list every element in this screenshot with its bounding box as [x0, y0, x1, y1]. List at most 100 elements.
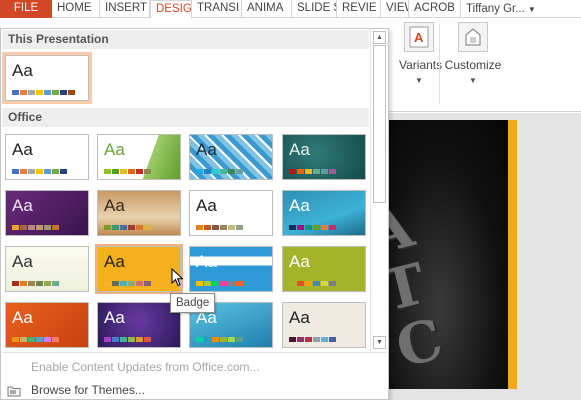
color-swatch	[212, 337, 219, 342]
color-swatch	[196, 169, 203, 174]
slide-3d-letters: ATC	[389, 193, 451, 381]
color-swatch	[321, 281, 328, 286]
theme-tooltip: Badge	[170, 293, 216, 313]
browse-for-themes-item[interactable]: Browse for Themes...	[2, 380, 387, 400]
this-presentation-header: This Presentation	[2, 30, 369, 49]
color-swatch	[36, 281, 43, 286]
tab-file[interactable]: FILE	[0, 0, 52, 18]
theme-celestial[interactable]: Aa	[97, 302, 181, 348]
theme-basis[interactable]: Aa	[282, 246, 366, 292]
theme-sample-text: Aa	[104, 140, 125, 159]
tab-insert[interactable]: INSERT	[100, 0, 150, 18]
color-swatch	[144, 281, 151, 286]
tab-acrob[interactable]: ACROB	[409, 0, 461, 18]
color-swatch	[136, 225, 143, 230]
color-swatch	[313, 225, 320, 230]
theme-sample-text: Aa	[289, 140, 310, 159]
customize-label: Customize	[444, 58, 502, 72]
color-swatch	[228, 337, 235, 342]
color-swatch	[20, 337, 27, 342]
tab-home[interactable]: HOME	[52, 0, 100, 18]
tab-anima[interactable]: ANIMA	[242, 0, 292, 18]
color-swatch	[20, 169, 27, 174]
color-swatch	[204, 281, 211, 286]
color-swatch	[44, 225, 51, 230]
theme-berlin[interactable]: Aa	[5, 302, 89, 348]
color-swatch	[297, 281, 304, 286]
color-swatch	[112, 337, 119, 342]
color-swatch	[12, 90, 19, 95]
theme-retrospect[interactable]: Aa	[189, 190, 273, 236]
theme-integral[interactable]: Aa	[189, 134, 273, 180]
color-swatch	[52, 90, 59, 95]
color-swatch	[112, 281, 119, 286]
theme-ion[interactable]: Aa	[5, 190, 89, 236]
color-swatch	[289, 169, 296, 174]
theme-color-swatches	[196, 225, 243, 230]
color-swatch	[313, 337, 320, 342]
gallery-scrollbar[interactable]: ▲ ▼	[370, 29, 387, 351]
color-swatch	[104, 225, 111, 230]
theme-sample-text: Aa	[12, 140, 33, 159]
color-swatch	[329, 225, 336, 230]
tab-transi[interactable]: TRANSI	[192, 0, 242, 18]
color-swatch	[28, 90, 35, 95]
theme-sample-text: Aa	[12, 308, 33, 327]
color-swatch	[321, 169, 328, 174]
color-swatch	[104, 337, 111, 342]
svg-text:A: A	[414, 30, 424, 45]
theme-facet[interactable]: Aa	[97, 134, 181, 180]
color-swatch	[60, 90, 67, 95]
scroll-up-button[interactable]: ▲	[373, 31, 386, 44]
account-menu[interactable]: Tiffany Gr... ▼	[461, 0, 541, 18]
color-swatch	[297, 169, 304, 174]
color-swatch	[305, 169, 312, 174]
user-name: Tiffany Gr...	[466, 2, 525, 15]
theme-current-presentation[interactable]: Aa	[2, 52, 92, 104]
color-swatch	[36, 169, 43, 174]
theme-color-swatches	[289, 225, 336, 230]
color-swatch	[236, 281, 243, 286]
color-swatch	[220, 337, 227, 342]
chevron-down-icon: ▼	[469, 76, 477, 85]
theme-dividend[interactable]: Aa	[282, 302, 366, 348]
theme-color-swatches	[196, 337, 243, 342]
theme-wisp[interactable]: Aa	[5, 246, 89, 292]
theme-slice[interactable]: Aa	[282, 190, 366, 236]
color-swatch	[44, 169, 51, 174]
variants-label: Variants	[399, 58, 443, 72]
color-swatch	[236, 169, 243, 174]
color-swatch	[128, 169, 135, 174]
theme-sample-text: Aa	[196, 196, 217, 215]
color-swatch	[144, 169, 151, 174]
tab-revie[interactable]: REVIE	[337, 0, 381, 18]
tab-slide-s[interactable]: SLIDE S	[292, 0, 337, 18]
variants-button[interactable]: A Variants ▼	[399, 22, 443, 85]
theme-ion-boardroom[interactable]: Aa	[282, 134, 366, 180]
mouse-cursor-icon	[171, 267, 184, 290]
color-swatch	[52, 225, 59, 230]
tab-view[interactable]: VIEW	[381, 0, 409, 18]
theme-banded[interactable]: Aa	[189, 246, 273, 292]
chevron-down-icon: ▼	[527, 4, 536, 14]
customize-button[interactable]: Customize ▼	[443, 22, 503, 85]
slide-canvas[interactable]: ATC	[389, 120, 517, 389]
theme-color-swatches	[12, 337, 59, 342]
color-swatch	[329, 337, 336, 342]
tab-desig[interactable]: DESIG	[150, 0, 192, 19]
theme-office-theme[interactable]: Aa	[5, 134, 89, 180]
color-swatch	[36, 90, 43, 95]
color-swatch	[20, 281, 27, 286]
color-swatch	[36, 225, 43, 230]
scroll-thumb[interactable]	[373, 45, 386, 203]
theme-organic[interactable]: Aa	[97, 190, 181, 236]
browse-label: Browse for Themes...	[31, 383, 145, 397]
theme-sample-text: Aa	[289, 196, 310, 215]
theme-badge[interactable]: Aa	[95, 244, 183, 294]
color-swatch	[28, 337, 35, 342]
color-swatch	[329, 281, 336, 286]
color-swatch	[204, 225, 211, 230]
theme-color-swatches	[104, 337, 151, 342]
scroll-down-button[interactable]: ▼	[373, 336, 386, 349]
themes-gallery: This Presentation Office ▲ ▼ Enable Cont…	[0, 28, 389, 400]
